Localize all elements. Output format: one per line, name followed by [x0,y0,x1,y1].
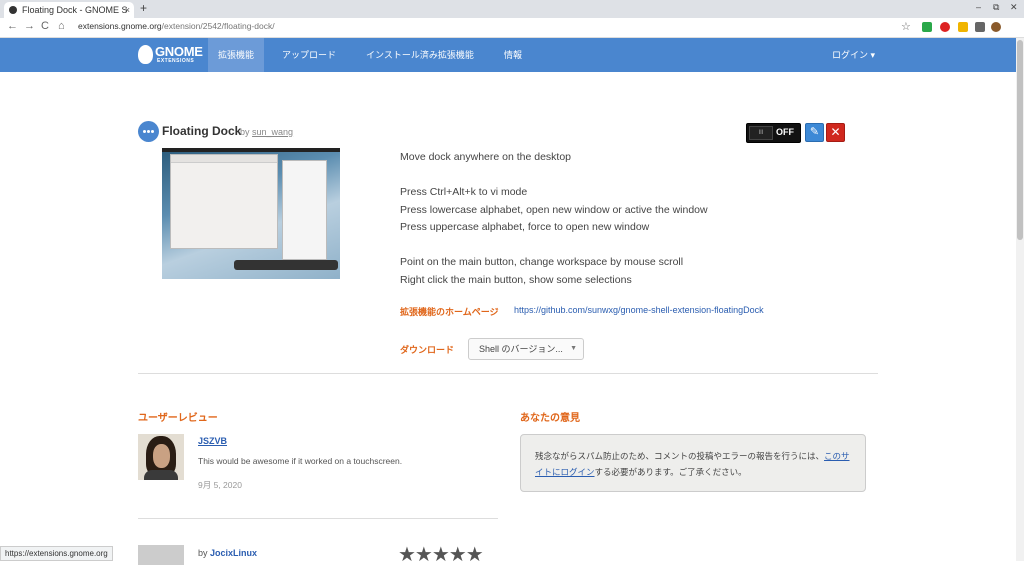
back-button[interactable]: ← [7,20,18,32]
tab-title: Floating Dock - GNOME S [22,5,128,15]
switch-state-label: OFF [776,127,794,137]
download-label: ダウンロード [400,345,455,355]
gnome-extensions-logo[interactable]: GNOME EXTENSIONS [138,43,203,67]
description-line: Right click the main button, show some s… [400,274,632,286]
homepage-label: 拡張機能のホームページ [400,307,499,317]
gnome-foot-icon [138,45,153,64]
shell-version-select[interactable]: Shell のバージョン... ▼ [468,338,584,360]
login-menu[interactable]: ログイン ▾ [832,38,875,72]
browser-tabbar: Floating Dock - GNOME S × + – ⧉ ✕ [0,0,1024,18]
divider [138,518,498,519]
address-bar-row: ← → C ⌂ extensions.gnome.org/extension/2… [0,18,1024,38]
site-header: GNOME EXTENSIONS 拡張機能 アップロード インストール済み拡張機… [0,38,1024,72]
screenshot-topbar [162,148,340,152]
url-field[interactable]: extensions.gnome.org/extension/2542/floa… [78,21,275,31]
enable-switch[interactable]: III OFF [746,123,801,143]
by-label: by [240,127,250,137]
extension-title: Floating Dock [162,124,242,138]
url-path: /extension/2542/floating-dock/ [161,21,275,31]
screenshot-window [170,154,278,249]
author-link[interactable]: sun_wang [252,127,293,137]
home-button[interactable]: ⌂ [58,20,65,32]
star-rating: ★★★★★ [398,544,484,566]
homepage-link[interactable]: https://github.com/sunwxg/gnome-shell-ex… [514,305,764,315]
review-author: by JocixLinux [198,548,257,558]
extension-screenshot[interactable] [162,148,340,279]
forward-button[interactable]: → [24,20,35,32]
url-host: extensions.gnome.org [78,21,162,31]
review-user-link[interactable]: JSZVB [198,436,227,446]
description-line: Press uppercase alphabet, force to open … [400,221,650,233]
nav-extensions[interactable]: 拡張機能 [208,38,265,72]
description-line: Point on the main button, change workspa… [400,256,684,268]
logo-main-text: GNOME [155,44,203,59]
remove-button[interactable]: ✕ [826,123,845,142]
description-line: Move dock anywhere on the desktop [400,151,572,163]
restore-button[interactable]: ⧉ [993,2,999,13]
profile-avatar[interactable] [991,22,1001,32]
reload-button[interactable]: C [41,20,49,32]
scrollbar-thumb[interactable] [1017,40,1023,240]
review-user-link[interactable]: JocixLinux [210,548,257,558]
extension-check-icon[interactable] [922,22,932,32]
minimize-button[interactable]: – [976,2,981,12]
extension-block-icon[interactable] [940,22,950,32]
extension-dots-icon [138,121,159,142]
close-icon: ✕ [830,125,841,139]
configure-button[interactable]: ✎ [805,123,824,142]
nav-upload[interactable]: アップロード [272,38,346,72]
tab-close-icon[interactable]: × [125,2,130,18]
login-notice: 残念ながらスパム防止のため、コメントの投稿やエラーの報告を行うには、このサイトに… [520,434,866,492]
bookmark-star-icon[interactable]: ☆ [901,20,911,33]
window-close-button[interactable]: ✕ [1010,2,1018,13]
wrench-icon: ✎ [809,126,820,138]
description-line: Press Ctrl+Alt+k to vi mode [400,186,528,198]
switch-knob: III [749,126,773,140]
new-tab-button[interactable]: + [140,1,147,15]
by-label: by [198,548,208,558]
notice-text-after: する必要があります。ご了承ください。 [594,467,747,477]
extension-author: by sun_wang [240,127,293,137]
description-line: Press lowercase alphabet, open new windo… [400,204,708,216]
screenshot-dock [234,260,338,270]
extension-drive-icon[interactable] [958,22,968,32]
review-text: This would be awesome if it worked on a … [198,456,403,466]
chevron-down-icon: ▼ [570,345,577,352]
scrollbar[interactable] [1016,38,1024,561]
avatar [138,434,184,480]
divider [138,373,878,374]
logo-sub-text: EXTENSIONS [157,58,195,64]
status-bar-url: https://extensions.gnome.org [0,546,113,561]
reviews-heading: ユーザーレビュー [138,413,218,424]
nav-installed[interactable]: インストール済み拡張機能 [356,38,484,72]
select-value: Shell のバージョン... [479,344,563,354]
notice-text-before: 残念ながらスパム防止のため、コメントの投稿やエラーの報告を行うには、 [535,451,825,461]
gnome-favicon-icon [9,6,17,14]
review-date: 9月 5, 2020 [198,480,242,490]
extensions-puzzle-icon[interactable] [975,22,985,32]
avatar [138,545,184,565]
nav-about[interactable]: 情報 [494,38,532,72]
screenshot-side-window [282,160,327,260]
browser-tab[interactable]: Floating Dock - GNOME S × [4,2,134,18]
opinion-heading: あなたの意見 [520,413,580,424]
